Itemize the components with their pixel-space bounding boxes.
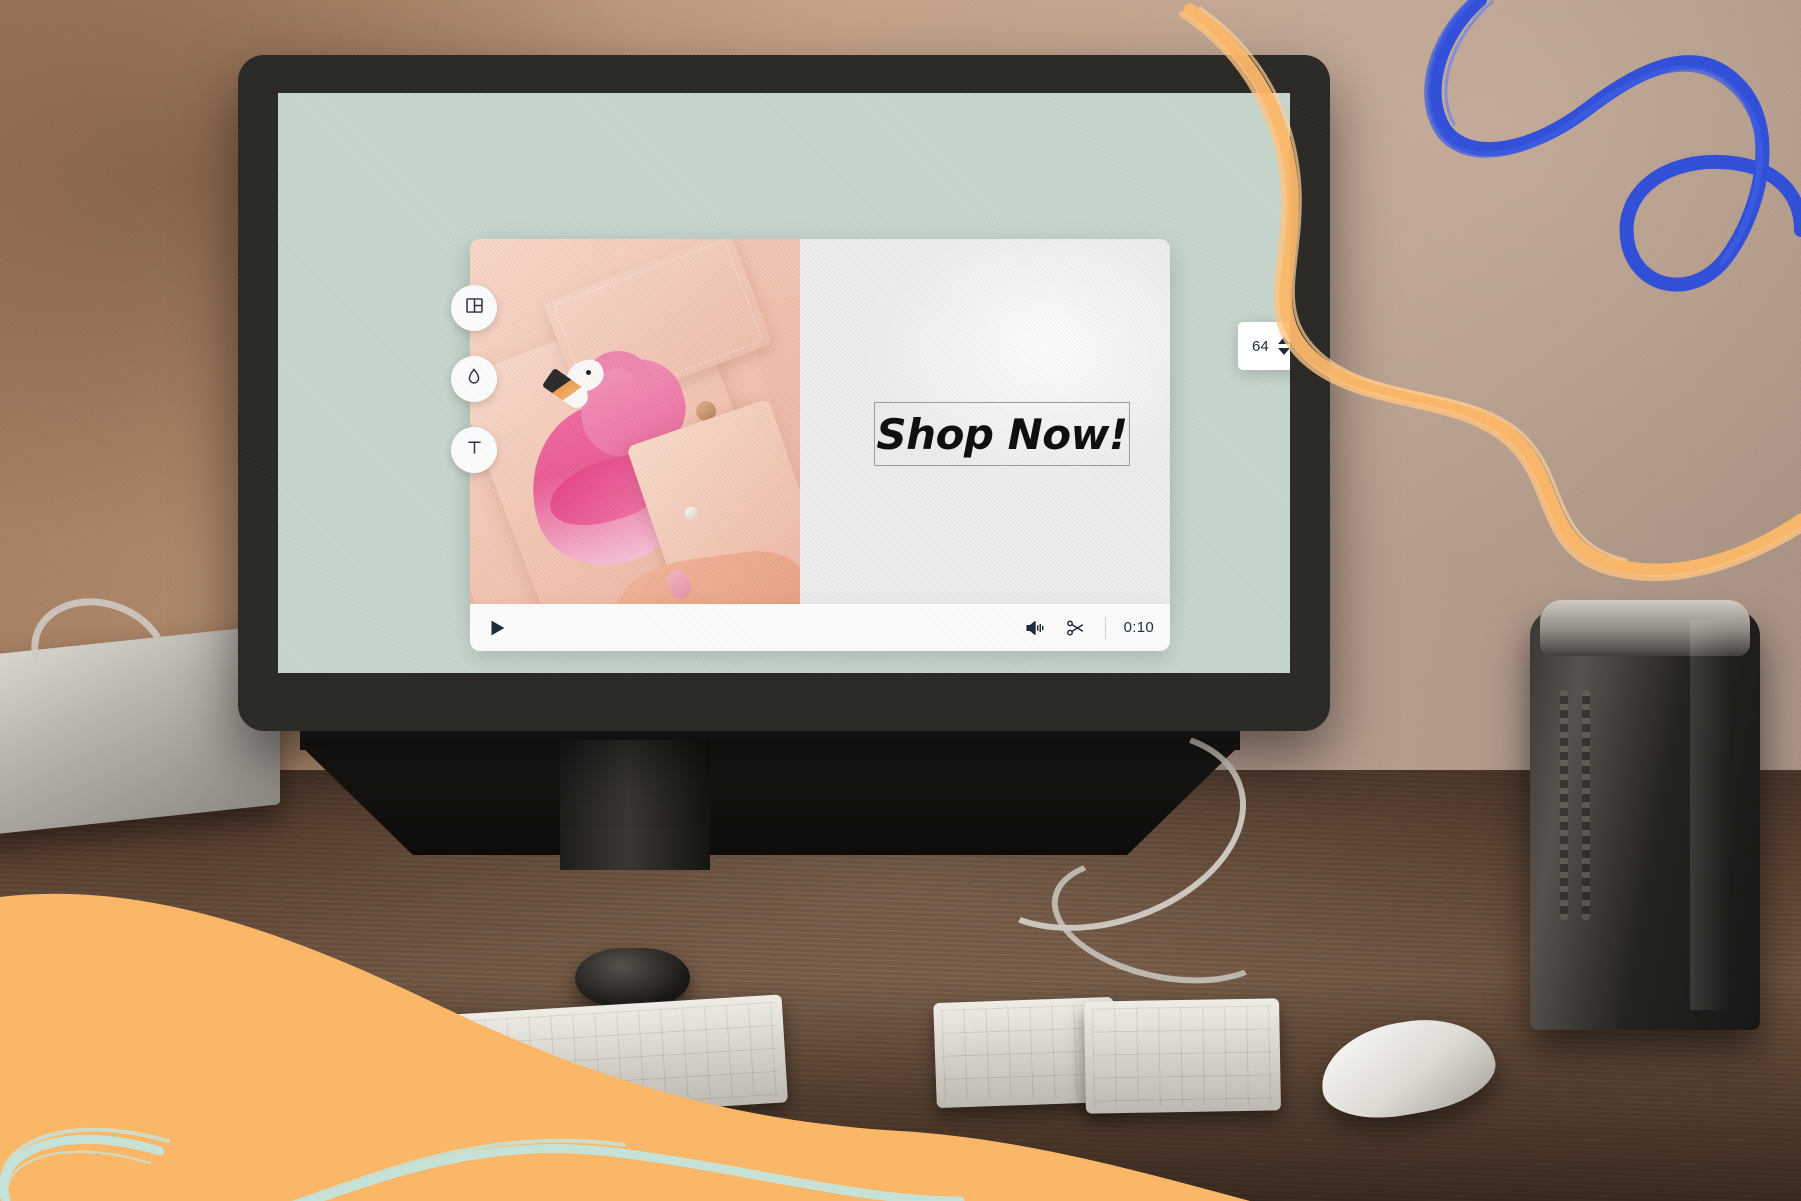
font-size-decrease-icon[interactable] [1277, 348, 1290, 355]
sidebar-item-text[interactable] [451, 427, 497, 473]
text-layer-shop-now[interactable]: Shop Now! [874, 402, 1130, 466]
sidebar-item-color-fill[interactable] [451, 356, 497, 402]
volume-button[interactable] [1023, 617, 1046, 639]
font-size-stepper[interactable]: 64 [1248, 337, 1290, 355]
text-format-toolbar: 64 [1238, 322, 1290, 370]
duration-label: 0:10 [1123, 619, 1154, 636]
crumpled-paper-background [750, 239, 1170, 604]
sidebar-item-layout[interactable] [451, 285, 497, 331]
numpad [1084, 998, 1281, 1114]
editor-canvas[interactable]: Shop Now! [470, 239, 1170, 604]
tower-highlight [1690, 620, 1730, 1010]
text-t-icon [464, 437, 485, 463]
player-controls: 0:10 [470, 604, 1170, 651]
video-editor: Shop Now! 0:10 [451, 239, 1170, 651]
player-divider [1104, 616, 1106, 639]
layout-grid-icon [464, 295, 485, 321]
water-drop-icon [464, 366, 484, 392]
keyboard [432, 994, 788, 1124]
product-photo [470, 239, 800, 604]
tower-vent [1560, 690, 1568, 920]
tower-vent [1582, 690, 1590, 920]
monitor-stand-neck [560, 740, 710, 870]
monitor: Shop Now! 0:10 64 [238, 55, 1330, 731]
font-size-value: 64 [1252, 337, 1269, 355]
trim-button[interactable] [1064, 617, 1087, 639]
desk-puck-device [575, 948, 690, 1008]
desk-photo-scene: Shop Now! 0:10 64 [0, 0, 1801, 1201]
monitor-bezel-notch [474, 480, 488, 540]
play-button[interactable] [486, 617, 508, 639]
font-size-increase-icon[interactable] [1277, 337, 1290, 344]
text-layer-value: Shop Now! [876, 409, 1128, 459]
monitor-screen: Shop Now! 0:10 64 [278, 93, 1290, 673]
